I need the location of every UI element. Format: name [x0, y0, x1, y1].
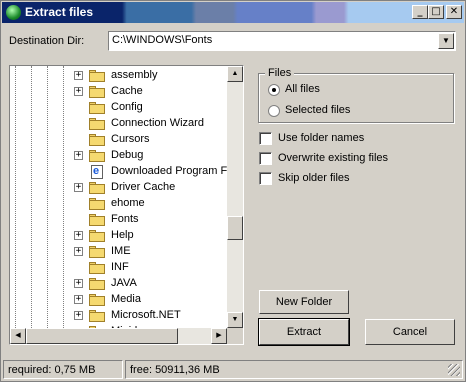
folder-icon [89, 198, 105, 210]
destination-value[interactable]: C:\WINDOWS\Fonts [112, 34, 212, 46]
skip-older-label[interactable]: Skip older files [278, 172, 350, 184]
window-title: Extract files [25, 5, 94, 19]
scroll-down-icon[interactable]: ▼ [227, 312, 243, 328]
folder-tree-viewport: + assembly + Cache Config Connection Wizard Cu… [10, 66, 227, 328]
skip-older-checkbox[interactable] [259, 172, 272, 185]
selected-files-radio[interactable] [268, 105, 280, 117]
cancel-button[interactable]: Cancel [365, 319, 455, 345]
resize-grip-icon[interactable] [448, 364, 460, 376]
selected-files-label[interactable]: Selected files [285, 104, 350, 116]
folder-icon [89, 230, 105, 242]
tree-item-label[interactable]: Downloaded Program Fil [111, 165, 227, 177]
overwrite-existing-checkbox[interactable] [259, 152, 272, 165]
folder-icon [89, 310, 105, 322]
tree-item[interactable]: + assembly [10, 68, 227, 84]
destination-label: Destination Dir: [9, 35, 85, 47]
destination-combobox[interactable]: C:\WINDOWS\Fonts ▼ [108, 31, 456, 51]
overwrite-existing-label[interactable]: Overwrite existing files [278, 152, 388, 164]
use-folder-names-label[interactable]: Use folder names [278, 132, 364, 144]
files-group-title: Files [265, 67, 295, 79]
tree-item[interactable]: Downloaded Program Fil [10, 164, 227, 180]
all-files-radio[interactable] [268, 84, 280, 96]
tree-item-label[interactable]: JAVA [111, 277, 137, 289]
folder-icon [89, 102, 105, 114]
folder-icon [89, 262, 105, 274]
expand-plus-icon[interactable]: + [74, 311, 83, 320]
tree-item-label[interactable]: ehome [111, 197, 145, 209]
tree-item-label[interactable]: Microsoft.NET [111, 309, 181, 321]
tree-item[interactable]: + Microsoft.NET [10, 308, 227, 324]
extract-button[interactable]: Extract [258, 318, 350, 346]
tree-item[interactable]: Connection Wizard [10, 116, 227, 132]
tree-item[interactable]: + Media [10, 292, 227, 308]
tree-item[interactable]: + IME [10, 244, 227, 260]
folder-icon [89, 182, 105, 194]
dropdown-arrow-icon[interactable]: ▼ [438, 33, 454, 49]
status-required: required: 0,75 MB [3, 360, 123, 379]
tree-item-label[interactable]: Driver Cache [111, 181, 175, 193]
folder-tree[interactable]: + assembly + Cache Config Connection Wizard Cu… [9, 65, 244, 345]
use-folder-names-checkbox[interactable] [259, 132, 272, 145]
scroll-left-icon[interactable]: ◀ [10, 328, 26, 344]
folder-icon [89, 134, 105, 146]
vertical-scroll-thumb[interactable] [227, 216, 243, 240]
expand-plus-icon[interactable]: + [74, 231, 83, 240]
tree-item-label[interactable]: Cache [111, 85, 143, 97]
tree-item-label[interactable]: assembly [111, 69, 157, 81]
scrollbar-corner [227, 328, 243, 344]
tree-item[interactable]: + Cache [10, 84, 227, 100]
tree-item[interactable]: Config [10, 100, 227, 116]
folder-icon [89, 246, 105, 258]
expand-plus-icon[interactable]: + [74, 247, 83, 256]
folder-icon [89, 118, 105, 130]
folder-icon [89, 86, 105, 98]
tree-item[interactable]: Fonts [10, 212, 227, 228]
tree-item[interactable]: INF [10, 260, 227, 276]
expand-plus-icon[interactable]: + [74, 295, 83, 304]
folder-icon [89, 150, 105, 162]
expand-plus-icon[interactable]: + [74, 183, 83, 192]
expand-plus-icon[interactable]: + [74, 87, 83, 96]
close-button[interactable]: ✕ [446, 5, 462, 19]
maximize-button[interactable]: □ [428, 5, 444, 19]
expand-plus-icon[interactable]: + [74, 279, 83, 288]
tree-item[interactable]: + Driver Cache [10, 180, 227, 196]
tree-horizontal-scrollbar[interactable]: ◀ ▶ [10, 328, 227, 344]
tree-item-label[interactable]: Cursors [111, 133, 150, 145]
scroll-right-icon[interactable]: ▶ [211, 328, 227, 344]
tree-item[interactable]: + JAVA [10, 276, 227, 292]
new-folder-button[interactable]: New Folder [259, 290, 349, 314]
ie-document-icon [91, 165, 103, 179]
folder-icon [89, 214, 105, 226]
folder-icon [89, 70, 105, 82]
tree-item-label[interactable]: Help [111, 229, 134, 241]
expand-plus-icon[interactable]: + [74, 71, 83, 80]
title-bar[interactable]: Extract files _ □ ✕ [2, 2, 464, 23]
minimize-button[interactable]: _ [412, 5, 428, 19]
status-free-text: free: 50911,36 MB [130, 364, 220, 376]
horizontal-scroll-thumb[interactable] [26, 328, 178, 344]
tree-item-label[interactable]: Debug [111, 149, 143, 161]
tree-item[interactable]: + Debug [10, 148, 227, 164]
tree-item-label[interactable]: Media [111, 293, 141, 305]
app-icon [6, 5, 21, 20]
tree-item-label[interactable]: Connection Wizard [111, 117, 204, 129]
scroll-up-icon[interactable]: ▲ [227, 66, 243, 82]
tree-item[interactable]: + Help [10, 228, 227, 244]
tree-item-label[interactable]: IME [111, 245, 131, 257]
tree-item[interactable]: ehome [10, 196, 227, 212]
tree-item-label[interactable]: INF [111, 261, 129, 273]
tree-item[interactable]: Cursors [10, 132, 227, 148]
folder-icon [89, 294, 105, 306]
tree-vertical-scrollbar[interactable]: ▲ ▼ [227, 66, 243, 328]
extract-files-window: Extract files _ □ ✕ Destination Dir: C:\… [0, 0, 466, 382]
expand-plus-icon[interactable]: + [74, 151, 83, 160]
tree-item-label[interactable]: Config [111, 101, 143, 113]
status-free: free: 50911,36 MB [125, 360, 463, 379]
folder-icon [89, 278, 105, 290]
all-files-label[interactable]: All files [285, 83, 320, 95]
tree-item-label[interactable]: Fonts [111, 213, 139, 225]
